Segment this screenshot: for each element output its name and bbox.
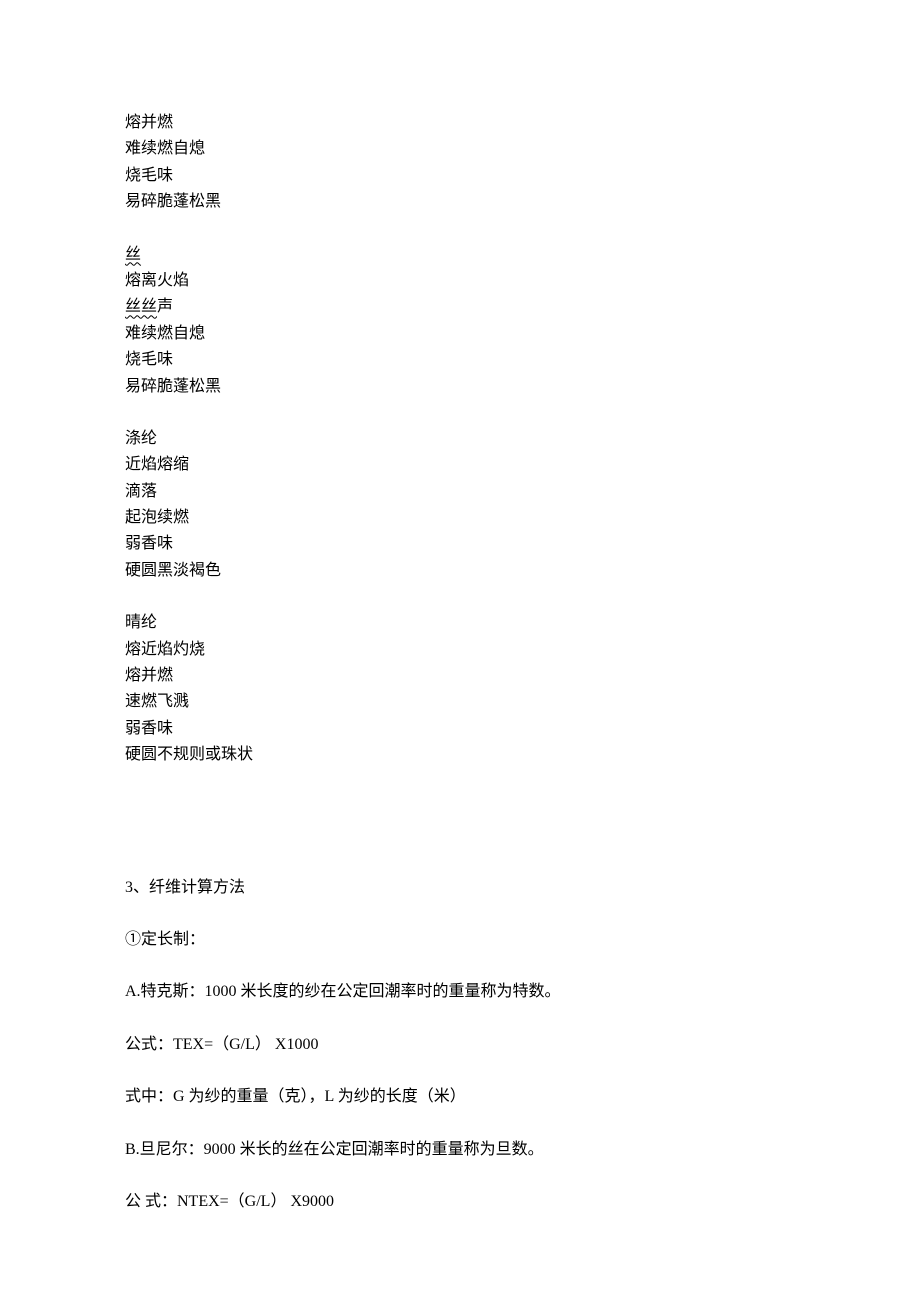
text-line: 硬圆不规则或珠状 [125,742,795,768]
text-line: 熔离火焰 [125,268,795,294]
text-line: 起泡续燃 [125,505,795,531]
text-line: 烧毛味 [125,163,795,189]
wavy-text: 丝丝 [125,298,157,315]
text-line: 速燃飞溅 [125,689,795,715]
fiber-group-polyester: 涤纶 近焰熔缩 滴落 起泡续燃 弱香味 硬圆黑淡褐色 [125,426,795,584]
fiber-group-acrylic: 晴纶 熔近焰灼烧 熔并燃 速燃飞溅 弱香味 硬圆不规则或珠状 [125,610,795,768]
text-line: 熔近焰灼烧 [125,637,795,663]
fiber-group-silk: 丝 熔离火焰 丝丝声 难续燃自熄 烧毛味 易碎脆蓬松黑 [125,242,795,400]
fiber-group-1: 熔并燃 难续燃自熄 烧毛味 易碎脆蓬松黑 [125,110,795,216]
text-line: 近焰熔缩 [125,452,795,478]
document-page: 熔并燃 难续燃自熄 烧毛味 易碎脆蓬松黑 丝 熔离火焰 丝丝声 难续燃自熄 烧毛… [0,0,920,1303]
section-title: 3、纤维计算方法 [125,875,795,901]
formula-line: 公式：TEX=（G/L） X1000 [125,1032,795,1058]
wavy-text: 丝 [125,246,141,263]
paragraph: 式中：G 为纱的重量（克），L 为纱的长度（米） [125,1084,795,1110]
text-line: 滴落 [125,479,795,505]
text-line: 难续燃自熄 [125,321,795,347]
text-line: 熔并燃 [125,663,795,689]
formula-line: 公 式：NTEX=（G/L） X9000 [125,1189,795,1215]
paragraph: A.特克斯：1000 米长度的纱在公定回潮率时的重量称为特数。 [125,979,795,1005]
subsection-title: ①定长制： [125,927,795,953]
text-line: 硬圆黑淡褐色 [125,558,795,584]
section-gap [125,795,795,875]
text-line: 弱香味 [125,716,795,742]
text-line: 难续燃自熄 [125,136,795,162]
text-line: 熔并燃 [125,110,795,136]
text-line: 易碎脆蓬松黑 [125,189,795,215]
text-span: 声 [157,298,173,315]
text-line: 易碎脆蓬松黑 [125,374,795,400]
paragraph: B.旦尼尔：9000 米长的丝在公定回潮率时的重量称为旦数。 [125,1137,795,1163]
text-line: 丝丝声 [125,294,795,320]
text-line: 丝 [125,242,795,268]
text-line: 晴纶 [125,610,795,636]
text-line: 烧毛味 [125,347,795,373]
text-line: 涤纶 [125,426,795,452]
text-line: 弱香味 [125,531,795,557]
